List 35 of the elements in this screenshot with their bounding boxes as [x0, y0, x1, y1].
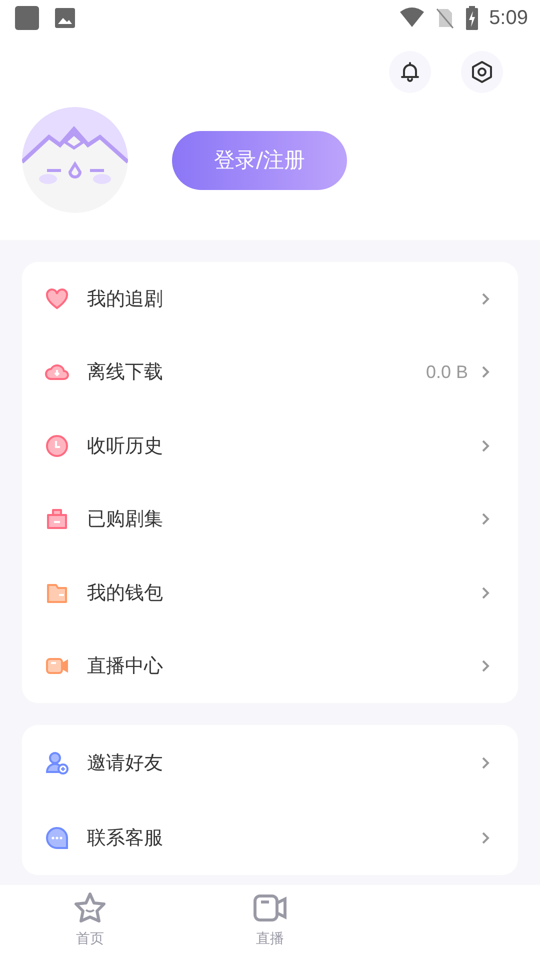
- menu-label: 我的追剧: [87, 286, 164, 312]
- clock-time: 5:09: [489, 6, 528, 30]
- chevron-icon: [480, 586, 492, 600]
- menu-label: 我的钱包: [87, 580, 164, 606]
- menu-item[interactable]: 收听历史: [22, 409, 518, 482]
- menu-label: 离线下载: [87, 360, 164, 386]
- app-icon: [14, 5, 40, 31]
- storage-size: 0.0 B: [426, 362, 468, 383]
- battery-icon: [465, 6, 480, 30]
- menu-item[interactable]: 已购剧集: [22, 482, 518, 556]
- chevron-icon: [480, 830, 492, 844]
- settings-icon: [470, 60, 494, 84]
- chevron-icon: [480, 756, 492, 770]
- no-sim-icon: [435, 7, 456, 29]
- wifi-icon: [399, 7, 426, 29]
- chevron-icon: [480, 659, 492, 674]
- menu-item[interactable]: 我的追剧: [22, 262, 518, 336]
- settings-button[interactable]: [461, 51, 503, 93]
- menu-label: 联系客服: [87, 826, 164, 850]
- chevron-icon: [480, 365, 492, 380]
- menu-item[interactable]: 我的钱包: [22, 556, 518, 630]
- menu-label: 邀请好友: [87, 750, 164, 776]
- menu-label: 收听历史: [87, 434, 164, 459]
- image-icon: [54, 7, 76, 29]
- menu-label: 已购剧集: [87, 507, 164, 532]
- menu-label: 直播中心: [87, 654, 164, 680]
- menu-item[interactable]: 离线下载 0.0 B: [22, 336, 518, 409]
- menu-item[interactable]: 邀请好友: [22, 725, 518, 800]
- notifications-button[interactable]: [389, 51, 431, 93]
- menu-item[interactable]: 联系客服: [22, 800, 518, 875]
- menu-item[interactable]: 直播中心: [22, 630, 518, 703]
- chevron-icon: [480, 292, 492, 306]
- chevron-icon: [480, 438, 492, 453]
- bell-icon: [398, 60, 422, 84]
- chevron-icon: [480, 512, 492, 526]
